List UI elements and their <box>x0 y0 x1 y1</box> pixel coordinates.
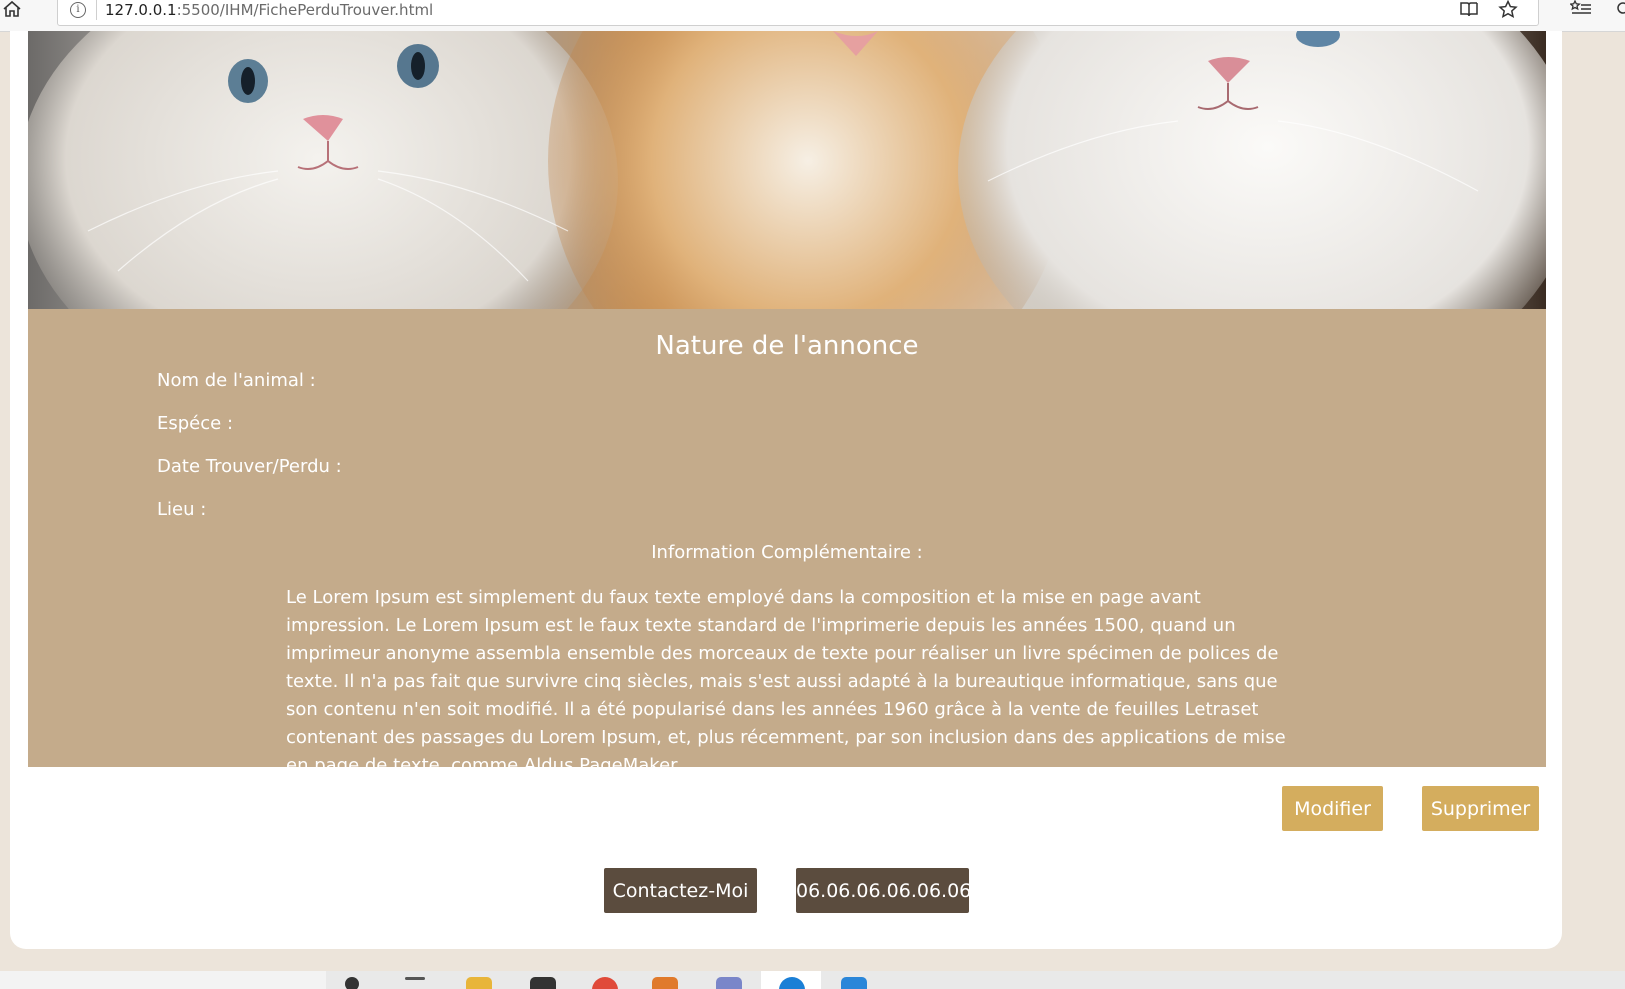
taskbar <box>0 971 1625 989</box>
species-label: Espéce : <box>157 413 234 434</box>
taskbar-search-area[interactable] <box>0 971 326 989</box>
date-label: Date Trouver/Perdu : <box>157 456 342 477</box>
address-bar[interactable]: i 127.0.0.1:5500/IHM/FichePerduTrouver.h… <box>57 0 1539 26</box>
browser-icon[interactable] <box>592 977 618 989</box>
home-icon[interactable] <box>2 0 24 20</box>
reader-view-icon[interactable] <box>1459 0 1479 21</box>
file-explorer-icon[interactable] <box>466 977 492 989</box>
address-separator <box>96 0 97 20</box>
annonce-title: Nature de l'annonce <box>655 331 919 361</box>
widgets-icon[interactable] <box>405 977 425 980</box>
app-icon-2[interactable] <box>652 977 678 989</box>
modify-button[interactable]: Modifier <box>1282 786 1383 831</box>
site-info-icon[interactable]: i <box>70 2 86 18</box>
vscode-icon[interactable] <box>841 977 867 989</box>
hero-kittens-image <box>28 31 1546 309</box>
additional-info-label: Information Complémentaire : <box>651 542 923 563</box>
profile-icon[interactable] <box>1614 0 1625 21</box>
delete-button[interactable]: Supprimer <box>1422 786 1539 831</box>
animal-name-label: Nom de l'animal : <box>157 370 316 391</box>
url-text[interactable]: 127.0.0.1:5500/IHM/FichePerduTrouver.htm… <box>105 1 433 19</box>
page-card: Nature de l'annonce Nom de l'animal : Es… <box>10 31 1562 949</box>
url-host: 127.0.0.1 <box>105 1 177 19</box>
additional-info-text: Le Lorem Ipsum est simplement du faux te… <box>286 587 1286 776</box>
app-icon[interactable] <box>530 977 556 989</box>
annonce-details: Nature de l'annonce Nom de l'animal : Es… <box>28 309 1546 776</box>
taskview-icon[interactable] <box>345 977 359 989</box>
browser-toolbar: i 127.0.0.1:5500/IHM/FichePerduTrouver.h… <box>0 0 1625 32</box>
favorite-star-icon[interactable] <box>1498 0 1518 21</box>
phone-button[interactable]: 06.06.06.06.06.06 <box>796 868 971 913</box>
favorites-list-icon[interactable] <box>1569 0 1592 21</box>
url-path: :5500/IHM/FichePerduTrouver.html <box>176 1 434 19</box>
location-label: Lieu : <box>157 499 207 520</box>
contact-button[interactable]: Contactez-Moi <box>604 868 757 913</box>
app-icon-3[interactable] <box>716 977 742 989</box>
